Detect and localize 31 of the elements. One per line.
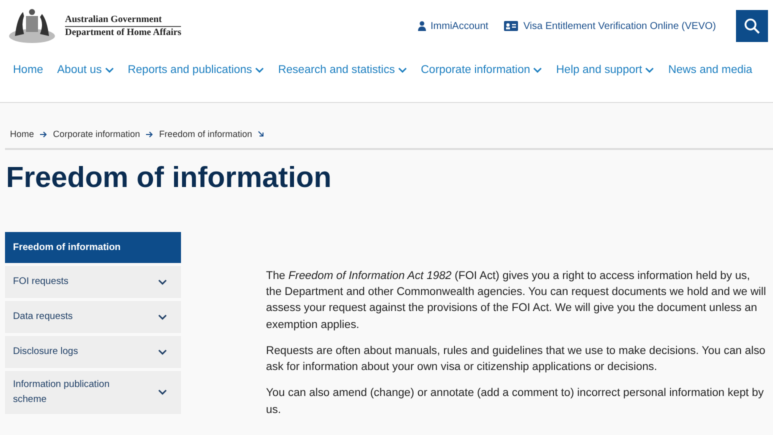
search-button[interactable] [736,10,768,42]
breadcrumb-link[interactable]: Corporate information [53,129,140,139]
arrow-down-right-icon [258,131,264,137]
utility-link[interactable]: Visa Entitlement Verification Online (VEVO) [504,20,716,32]
sidebar-item[interactable]: Data requests [5,301,181,333]
nav-link[interactable]: Reports and publications [128,64,264,76]
paragraph: You can also amend (change) or annotate (add a comment to) incorrect personal information kept by us. [266,386,765,418]
breadcrumb-link[interactable]: Freedom of information [159,129,252,139]
paragraph: Requests are often about manuals, rules and guidelines that we use to make decisions. You can also ask for information about your own visa or citizenship applications or decisions. [266,344,766,376]
sidebar-item[interactable]: Freedom of information [5,232,181,263]
sidebar-item[interactable]: Information publication scheme [5,371,181,414]
nav-link[interactable]: About us [57,64,114,76]
paragraph: The Freedom of Information Act 1982 (FOI Act) gives you a right to access information held by us, the Department and other Commonwealth agencies. You can request documents we hold and we will assess your request against the provisions of the FOI Act. We will give you the document unless an exemption applies. [266,269,766,333]
person-icon [418,21,426,31]
page-title: Freedom of information [6,162,332,195]
arrow-right-icon [146,130,154,138]
id-card-icon [504,21,518,31]
nav-link[interactable]: Home [13,64,44,76]
utility-link[interactable]: ImmiAccount [418,20,488,32]
nav-link[interactable]: News and media [668,64,752,76]
nav-link[interactable]: Research and statistics [278,64,407,76]
logo-text: Department of Home Affairs [65,26,182,38]
nav-link[interactable]: Help and support [556,64,654,76]
sidebar-item[interactable]: FOI requests [5,266,181,298]
arrow-right-icon [40,130,48,138]
search-icon [744,18,760,34]
logo-text: Australian Government [65,14,182,26]
breadcrumb-link[interactable]: Home [10,129,34,139]
nav-link[interactable]: Corporate information [420,64,542,76]
coat-of-arms-drawing [7,6,57,46]
sidebar-item[interactable]: Disclosure logs [5,336,181,368]
